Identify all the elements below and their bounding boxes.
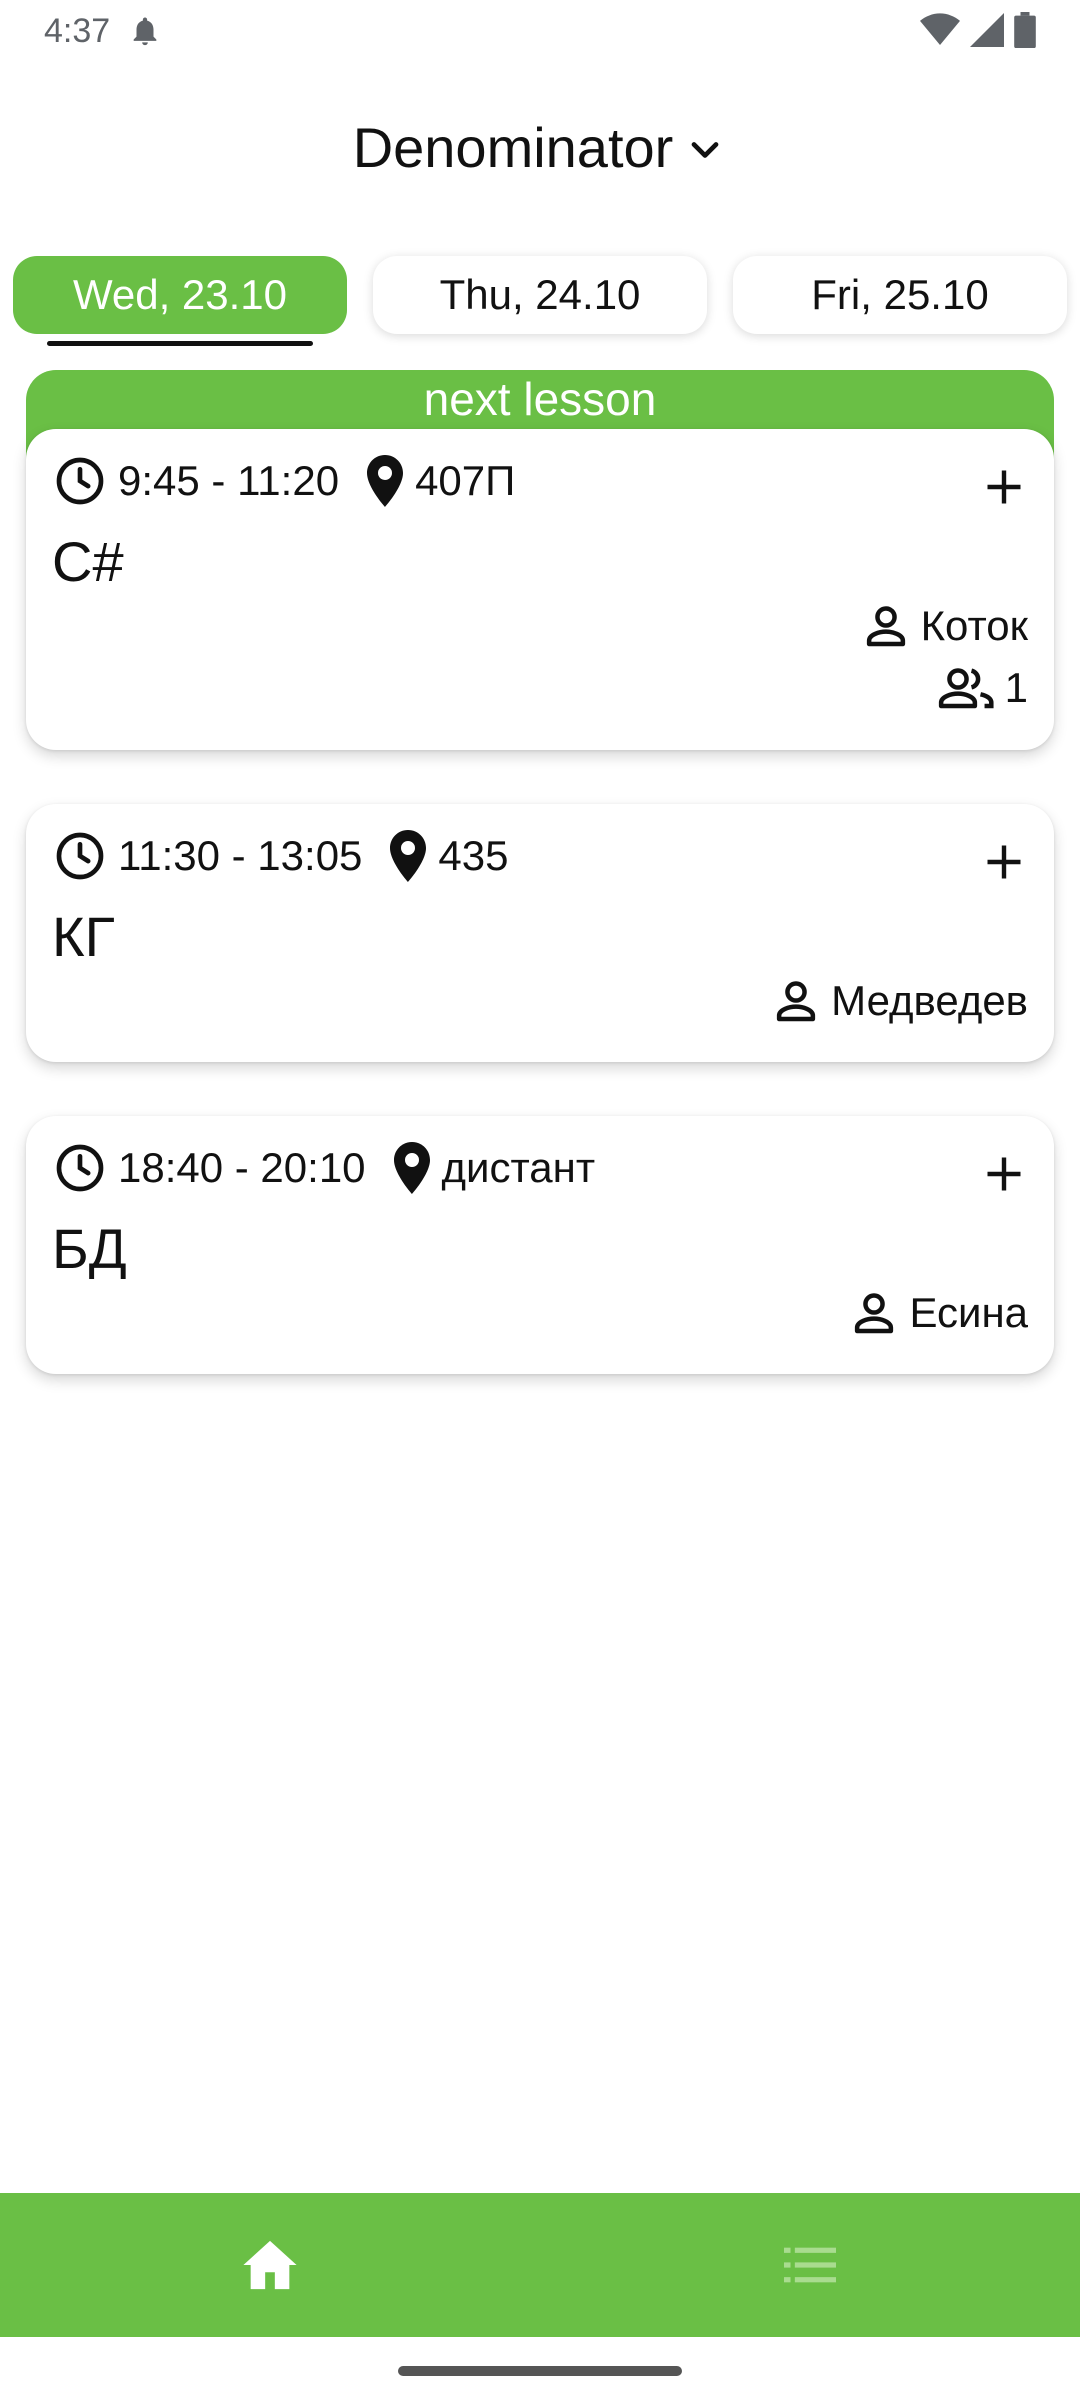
day-tab-label: Wed, 23.10 bbox=[72, 271, 288, 318]
wifi-icon bbox=[920, 13, 960, 46]
lesson-time: 9:45 - 11:20 bbox=[118, 457, 340, 504]
day-tabs: Wed, 23.10 Thu, 24.10 Fri, 25.10 bbox=[13, 256, 1067, 346]
person-icon bbox=[855, 1293, 894, 1334]
day-tab-fri[interactable]: Fri, 25.10 bbox=[733, 256, 1067, 334]
lesson-teacher-row: Коток bbox=[859, 599, 1028, 653]
lesson-time-room-row: 9:45 - 11:20 407П bbox=[52, 453, 515, 509]
plus-icon bbox=[987, 470, 1021, 504]
plus-icon bbox=[987, 1157, 1021, 1191]
day-tab-wed[interactable]: Wed, 23.10 bbox=[13, 256, 347, 346]
clock-icon bbox=[56, 1144, 104, 1192]
day-tab-thu[interactable]: Thu, 24.10 bbox=[373, 256, 707, 334]
signal-icon bbox=[970, 13, 1004, 47]
lesson-group-row: 1 bbox=[935, 661, 1028, 715]
lesson-room: дистант bbox=[441, 1144, 596, 1191]
lesson-time-room-row: 11:30 - 13:05 435 bbox=[52, 828, 509, 884]
add-note-button[interactable] bbox=[974, 457, 1034, 517]
group-icon bbox=[938, 668, 994, 709]
lesson-teacher: Медведев bbox=[831, 977, 1028, 1024]
lesson-room: 435 bbox=[438, 832, 509, 879]
lesson-teacher: Есина bbox=[909, 1289, 1028, 1336]
gesture-navigation-bar[interactable] bbox=[398, 2366, 682, 2376]
lesson-teacher-row: Медведев bbox=[769, 974, 1028, 1028]
home-icon bbox=[243, 2240, 297, 2290]
status-bar: 4:37 bbox=[0, 0, 1080, 62]
week-type-title: Denominator bbox=[352, 115, 674, 179]
lesson-subject: C# bbox=[52, 530, 124, 593]
lesson-card[interactable]: 9:45 - 11:20 407П C# Коток 1 bbox=[26, 429, 1054, 750]
nav-home[interactable] bbox=[0, 2193, 540, 2337]
lesson-subject: КГ bbox=[52, 905, 115, 968]
location-pin-icon bbox=[390, 830, 427, 882]
battery-icon bbox=[1014, 12, 1036, 48]
chevron-down-icon bbox=[691, 142, 719, 158]
lesson-card[interactable]: 18:40 - 20:10 дистант БД Есина bbox=[26, 1116, 1054, 1374]
notification-bell-icon bbox=[133, 17, 157, 46]
next-lesson-label: next lesson bbox=[423, 373, 657, 425]
nav-list[interactable] bbox=[540, 2193, 1080, 2337]
lesson-card[interactable]: 11:30 - 13:05 435 КГ Медведев bbox=[26, 804, 1054, 1062]
plus-icon bbox=[987, 845, 1021, 879]
day-tab-label: Thu, 24.10 bbox=[439, 271, 641, 318]
bottom-navigation bbox=[0, 2193, 1080, 2337]
lesson-time: 11:30 - 13:05 bbox=[118, 832, 363, 879]
person-icon bbox=[866, 606, 905, 647]
location-pin-icon bbox=[367, 455, 404, 507]
add-note-button[interactable] bbox=[974, 832, 1034, 892]
status-time: 4:37 bbox=[44, 12, 111, 50]
clock-icon bbox=[56, 457, 104, 505]
lesson-time: 18:40 - 20:10 bbox=[118, 1144, 366, 1191]
list-icon bbox=[784, 2247, 836, 2283]
week-type-selector[interactable]: Denominator bbox=[0, 105, 1080, 189]
lesson-teacher: Коток bbox=[920, 602, 1028, 649]
add-note-button[interactable] bbox=[974, 1144, 1034, 1204]
lesson-group: 1 bbox=[1004, 664, 1028, 711]
lesson-room: 407П bbox=[415, 457, 516, 504]
lesson-teacher-row: Есина bbox=[847, 1286, 1028, 1340]
day-tab-label: Fri, 25.10 bbox=[811, 271, 989, 318]
lesson-time-room-row: 18:40 - 20:10 дистант bbox=[52, 1140, 595, 1196]
location-pin-icon bbox=[393, 1142, 430, 1194]
clock-icon bbox=[56, 832, 104, 880]
status-icons bbox=[920, 12, 1036, 48]
lesson-subject: БД bbox=[52, 1217, 127, 1280]
person-icon bbox=[777, 981, 816, 1022]
active-tab-indicator bbox=[47, 341, 313, 346]
